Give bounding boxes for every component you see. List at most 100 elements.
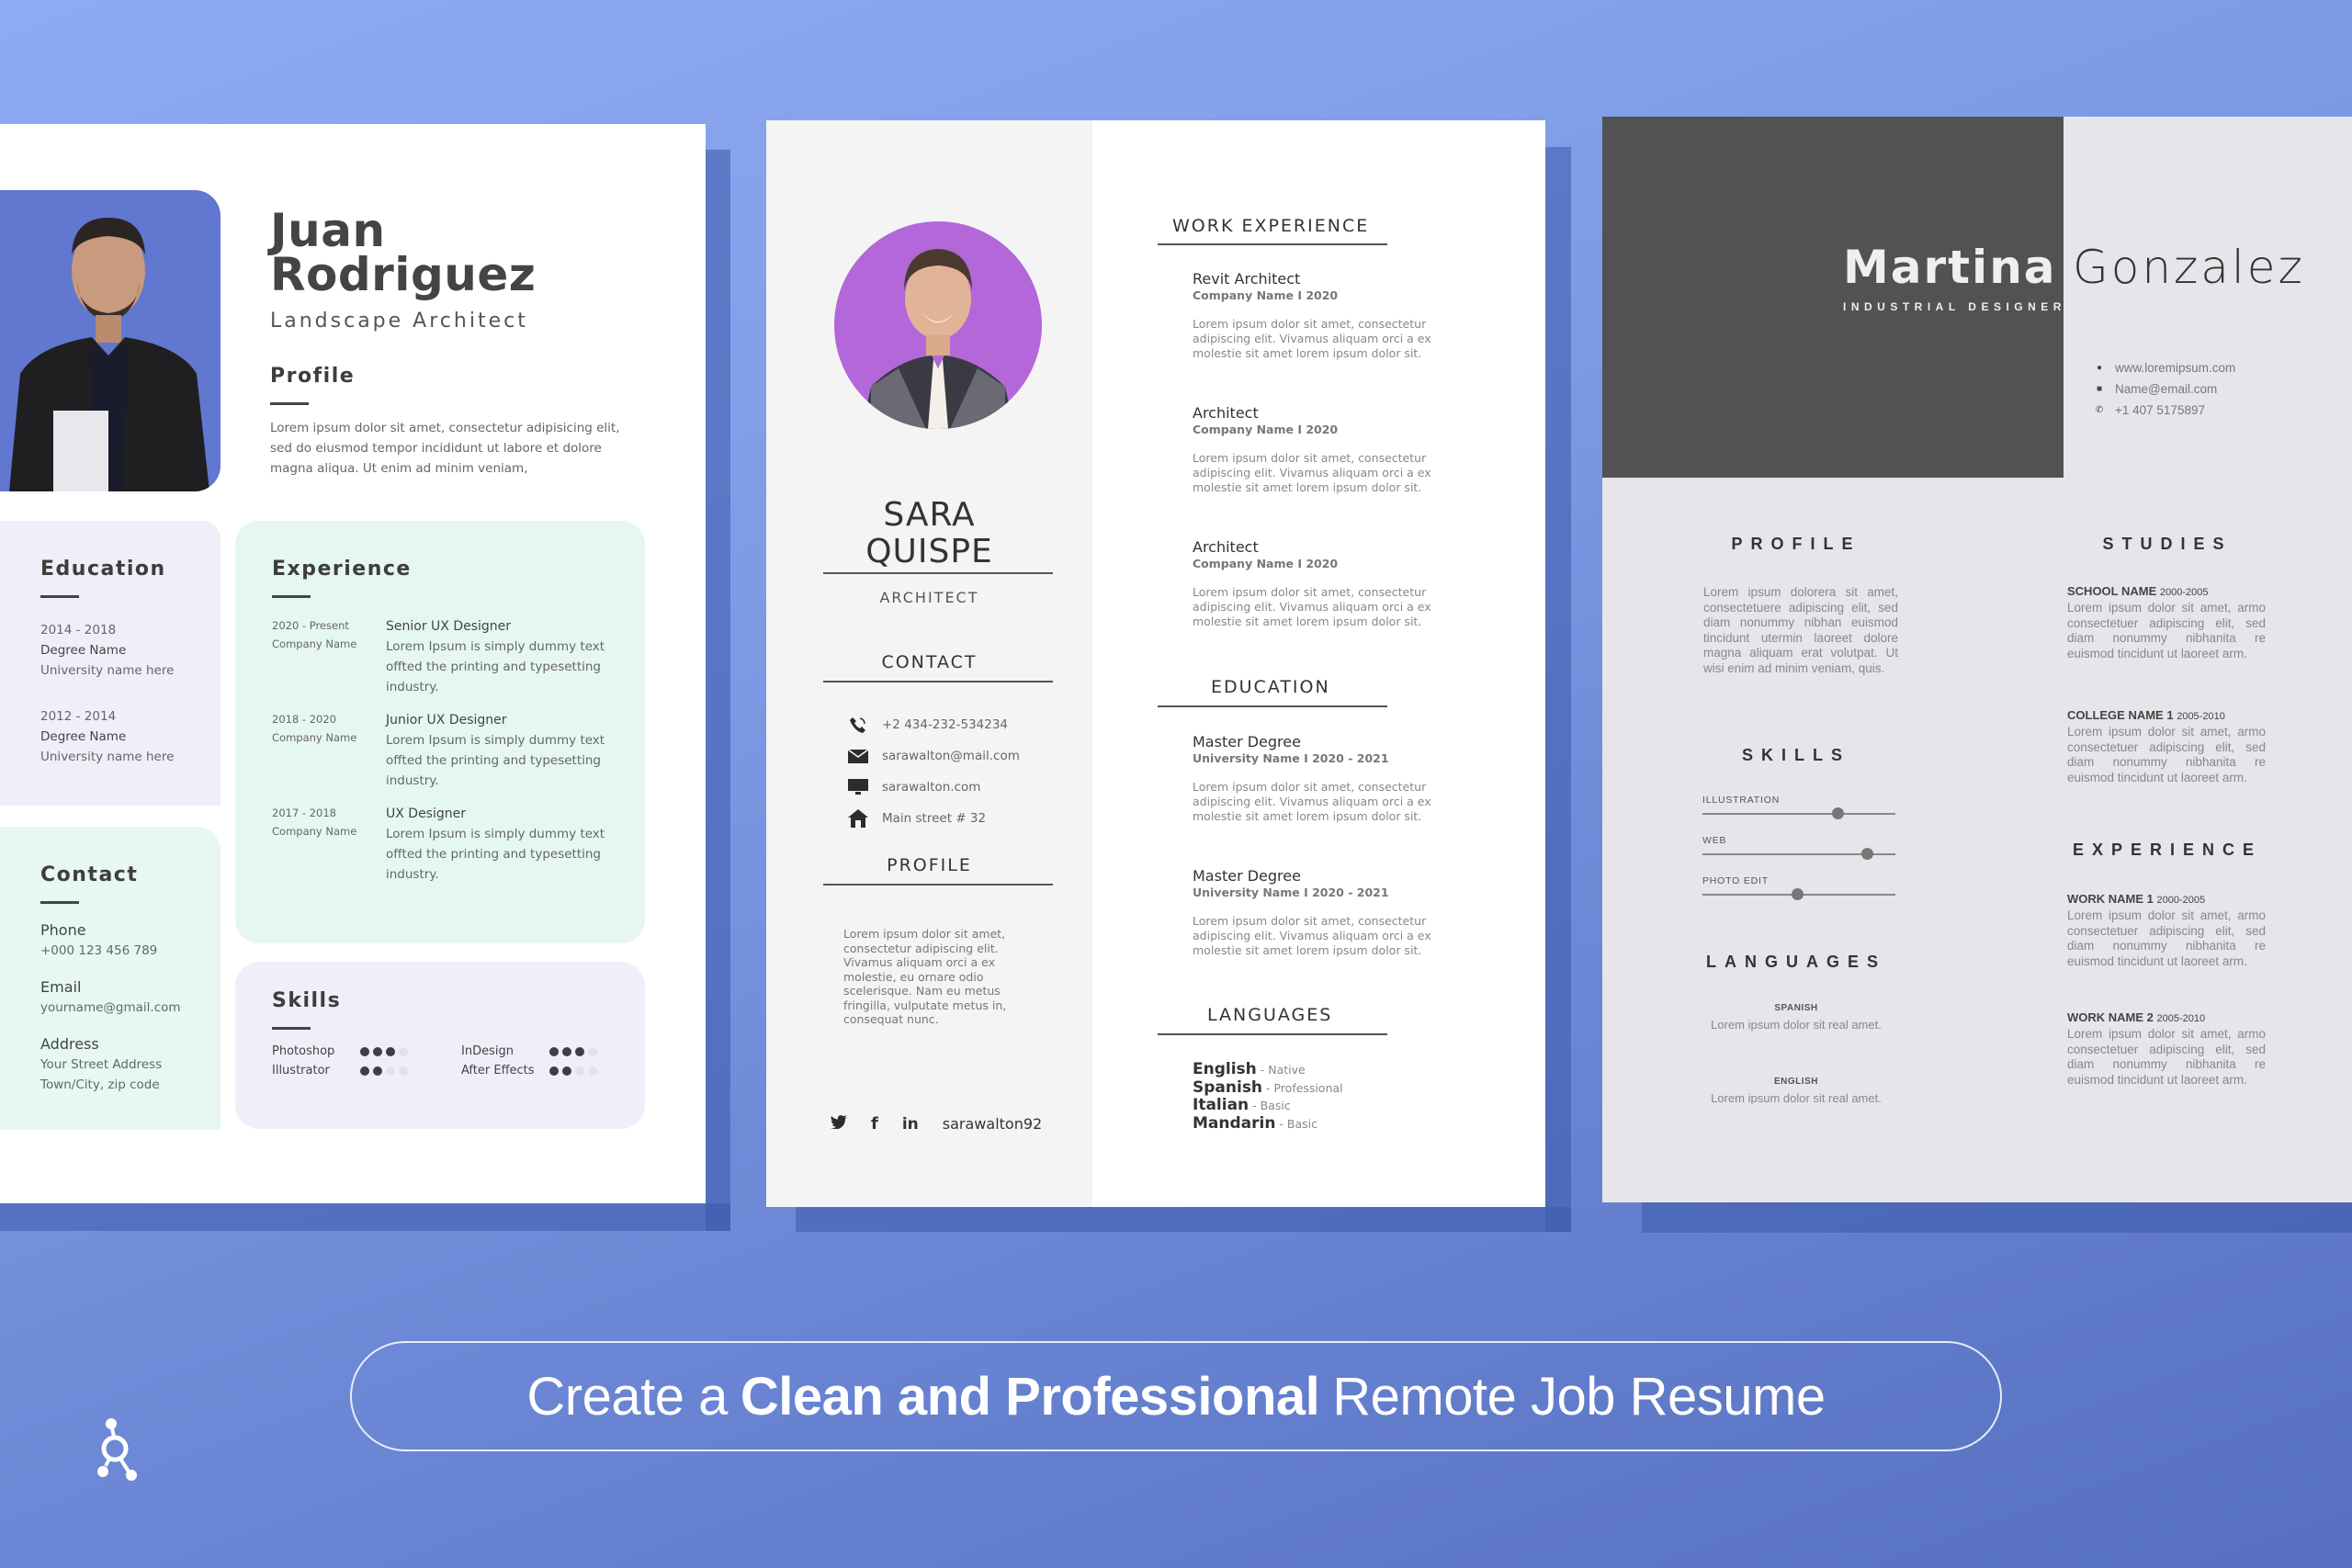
mail-icon: ■ [2096,384,2103,394]
skills-list: ILLUSTRATION WEB PHOTO EDIT [1702,795,1895,916]
banner-prefix: Create a [526,1366,728,1427]
skill-slider-knob [1791,888,1804,900]
work-item: WORK NAME 1 2000-2005 Lorem ipsum dolor … [2067,892,2266,968]
skill-item: Photoshop [272,1044,461,1058]
last-name: Gonzalez [2073,241,2305,294]
skill-name: InDesign [461,1044,514,1058]
contact-item: ✆ +1 407 5175897 [2095,403,2205,417]
skill-item: Illustrator [272,1064,461,1077]
contact-item: Main street # 32 [847,803,1020,834]
profile-text: Lorem ipsum dolorera sit amet, consectet… [1703,585,1898,675]
language-desc: Lorem ipsum dolor sit real amet. [1711,1018,1882,1032]
last-name: Rodriguez [270,248,537,301]
language-item: Spanish - Professional [1193,1077,1343,1097]
twitter-icon[interactable] [831,1114,847,1134]
experience-section: Experience 2020 - Present Company Name S… [235,521,645,943]
rating-dot-empty [399,1046,408,1056]
contact-address: Address Your Street Address Town/City, z… [40,1035,163,1092]
skill-slider-track [1702,848,1895,860]
skill-name: PHOTO EDIT [1702,875,1769,886]
contact-email: Email yourname@gmail.com [40,978,181,1015]
brand-logo-icon [90,1415,145,1493]
language-desc: Lorem ipsum dolor sit real amet. [1711,1091,1882,1105]
job-description: Lorem Ipsum is simply dummy text offted … [386,733,605,788]
skill-name: Illustrator [272,1064,330,1077]
experience-item: 2020 - Present Company Name Senior UX De… [272,616,645,697]
rating-dot-filled [575,1046,584,1056]
job-title: Senior UX Designer [386,619,512,634]
heading-divider [272,595,311,598]
phone-icon [847,715,869,735]
globe-icon: ● [2096,363,2103,373]
section-heading: EDUCATION [1211,677,1330,697]
skills-grid: Photoshop InDesign Illustrator After Effect… [272,1044,645,1077]
monitor-icon [847,777,869,797]
contact-item: ■ Name@email.com [2096,382,2218,396]
experience-years: 2018 - 2020 [272,713,336,726]
resume-card-juan[interactable]: Juan Rodriguez Landscape Architect Profi… [0,124,706,1203]
profile-text: Lorem ipsum dolor sit amet, consectetur … [270,421,620,476]
job-description: Lorem Ipsum is simply dummy text offted … [386,827,605,882]
contact-item: ● www.loremipsum.com [2096,361,2236,375]
company-name: Company Name [272,731,357,744]
heading-divider [270,402,309,405]
education-entry: Master Degree University Name I 2020 - 2… [1193,867,1431,958]
mail-icon [847,746,869,766]
job-description: Lorem Ipsum is simply dummy text offted … [386,639,605,694]
experience-years: 2020 - Present [272,619,349,632]
heading-divider [1158,705,1387,707]
skill-slider-knob [1832,807,1844,819]
language-name: ENGLISH [1774,1077,1818,1087]
education-item: 2014 - 2018 Degree Name University name … [40,620,220,681]
social-links: f in sarawalton92 [831,1114,1042,1134]
last-name: QUISPE [865,533,993,570]
skill-rating [549,1046,597,1056]
heading-divider [1158,1033,1387,1035]
phone-icon: ✆ [2095,405,2104,415]
contact-item: sarawalton@mail.com [847,740,1020,772]
section-heading: SKILLS [1741,746,1850,764]
contact-item: sarawalton.com [847,772,1020,803]
rating-dot-filled [360,1066,369,1076]
education-section: Education 2014 - 2018 Degree Name Univer… [0,521,220,806]
section-heading: Experience [272,558,412,581]
card-shadow [0,1203,730,1231]
card-shadow [706,150,730,1231]
section-heading: PROFILE [887,855,972,875]
heading-divider [40,901,79,904]
skill-rating [360,1066,408,1076]
section-heading: CONTACT [881,652,978,672]
facebook-icon[interactable]: f [871,1114,878,1134]
person-portrait-icon [9,218,209,491]
profile-photo [834,221,1042,429]
contact-item: +2 434-232-534234 [847,709,1020,740]
card-shadow [1545,147,1571,1232]
degree-name: Degree Name [40,643,127,658]
skill-slider-knob [1860,848,1873,860]
skill-name: After Effects [461,1064,535,1077]
skill-item: InDesign [461,1044,650,1058]
card-shadow [796,1207,1571,1232]
skill-slider-track [1702,807,1895,819]
profile-photo [0,190,220,491]
languages-list: English - Native Spanish - Professional … [1193,1060,1343,1133]
language-item: Italian - Basic [1193,1096,1291,1114]
skill-slider-track [1702,888,1895,900]
person-portrait-icon [862,249,1014,429]
resume-card-martina[interactable]: Martina Gonzalez INDUSTRIAL DESIGNER ● ww… [1602,117,2352,1202]
heading-divider [272,1027,311,1030]
headline-banner: Create a Clean and Professional Remote J… [350,1341,2002,1451]
rating-dot-filled [549,1046,559,1056]
contact-list: ● www.loremipsum.com ■ Name@email.com ✆ +1 … [2095,357,2235,421]
linkedin-icon[interactable]: in [902,1115,919,1134]
section-heading: WORK EXPERIENCE [1172,216,1370,236]
resume-card-sara[interactable]: SARA QUISPE ARCHITECT CONTACT +2 434-232… [766,120,1545,1207]
heading-divider [40,595,79,598]
home-icon [847,808,869,829]
education-years: 2014 - 2018 [40,623,117,637]
contact-phone: Phone +000 123 456 789 [40,921,158,958]
degree-name: Degree Name [40,729,127,744]
skill-rating [549,1066,597,1076]
rating-dot-filled [562,1066,571,1076]
rating-dot-filled [360,1046,369,1056]
